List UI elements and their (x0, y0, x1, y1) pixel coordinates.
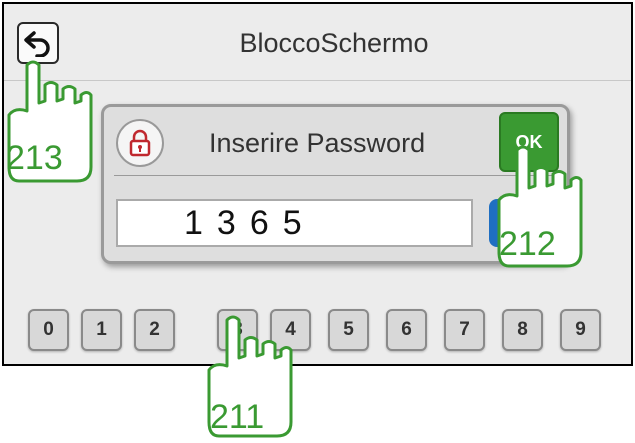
key-9[interactable]: 9 (560, 309, 601, 351)
key-8[interactable]: 8 (502, 309, 543, 351)
key-6[interactable]: 6 (386, 309, 427, 351)
callout-213: 213 (6, 139, 63, 177)
numeric-keypad: 0 1 2 3 4 5 6 7 8 9 (28, 309, 618, 354)
key-0[interactable]: 0 (28, 309, 69, 351)
callout-212: 212 (499, 225, 556, 263)
top-bar: BloccoSchermo (4, 4, 631, 81)
back-arrow-icon (24, 31, 50, 57)
padlock-icon (116, 119, 164, 167)
callout-211: 211 (210, 398, 265, 436)
key-7[interactable]: 7 (444, 309, 485, 351)
key-1[interactable]: 1 (81, 309, 122, 351)
page-title: BloccoSchermo (239, 28, 429, 58)
dialog-divider (114, 175, 557, 176)
password-field[interactable]: 1365 (116, 199, 473, 247)
key-2[interactable]: 2 (134, 309, 175, 351)
password-prompt: Inserire Password (209, 128, 426, 158)
key-5[interactable]: 5 (328, 309, 369, 351)
